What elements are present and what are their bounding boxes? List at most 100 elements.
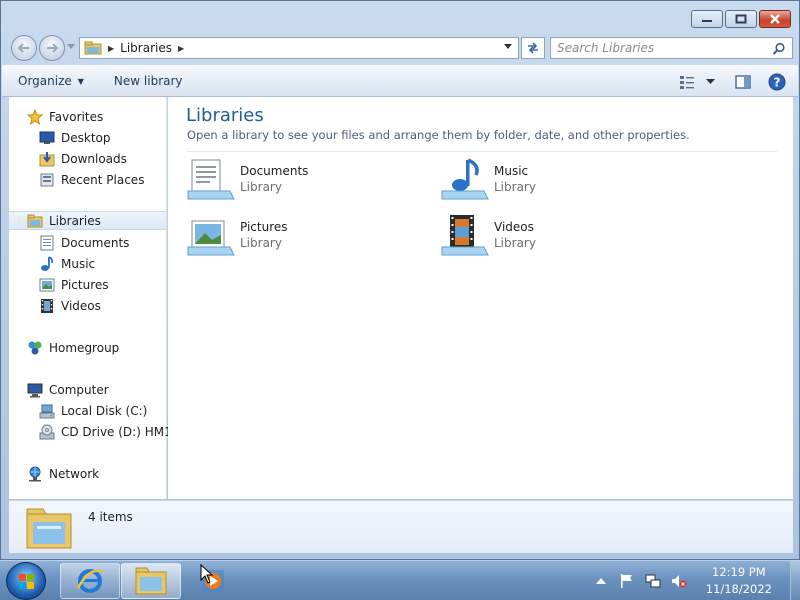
nav-item-label: Local Disk (C:): [61, 403, 148, 418]
organize-label: Organize: [18, 74, 72, 88]
address-bar[interactable]: ▶ Libraries ▶: [79, 37, 519, 59]
nav-item-label: Favorites: [49, 109, 104, 124]
nav-item-desktop[interactable]: Desktop: [39, 128, 111, 147]
nav-item-label: CD Drive (D:) HM1C: [61, 424, 181, 439]
svg-text:?: ?: [774, 76, 781, 90]
star-icon: [27, 108, 43, 125]
mouse-cursor-icon: [200, 564, 214, 584]
nav-item-recent-places[interactable]: Recent Places: [39, 170, 144, 189]
nav-item-documents[interactable]: Documents: [39, 233, 129, 252]
new-library-button[interactable]: New library: [102, 69, 195, 93]
refresh-button[interactable]: [521, 37, 545, 59]
refresh-icon: [528, 42, 538, 54]
breadcrumb-libraries[interactable]: Libraries: [120, 41, 172, 55]
clock[interactable]: 12:19 PM 11/18/2022: [706, 564, 772, 598]
music-icon: [39, 255, 55, 272]
close-button[interactable]: [759, 10, 791, 28]
nav-item-videos[interactable]: Videos: [39, 296, 101, 315]
address-dropdown-icon[interactable]: [504, 44, 512, 50]
new-library-label: New library: [113, 74, 183, 88]
homegroup-icon: [27, 340, 43, 356]
maximize-button[interactable]: [725, 10, 757, 28]
clock-date: 11/18/2022: [705, 582, 772, 596]
network-status-icon[interactable]: [644, 572, 662, 590]
nav-item-label: Homegroup: [49, 340, 120, 355]
taskbar-internet-explorer[interactable]: [60, 563, 120, 599]
show-hidden-icons-icon[interactable]: [592, 572, 610, 590]
organize-button[interactable]: Organize ▼: [16, 69, 96, 93]
show-desktop-button[interactable]: [790, 561, 800, 600]
videos-icon: [39, 298, 55, 314]
search-icon[interactable]: [772, 42, 786, 56]
preview-pane-icon: [735, 75, 751, 89]
library-tile-pictures[interactable]: Pictures Library: [186, 213, 426, 263]
libraries-folder-icon: [26, 508, 72, 549]
documents-icon: [39, 235, 55, 251]
pictures-library-icon: [187, 220, 235, 256]
page-description: Open a library to see your files and arr…: [187, 128, 690, 142]
maximize-icon: [735, 14, 747, 24]
taskbar: 12:19 PM 11/18/2022: [0, 560, 800, 600]
view-options-dropdown[interactable]: [702, 70, 718, 94]
caption-buttons: [689, 10, 791, 28]
search-input[interactable]: [551, 38, 761, 58]
library-name: Pictures: [240, 220, 288, 234]
nav-item-pictures[interactable]: Pictures: [39, 275, 109, 294]
library-name: Videos: [494, 220, 534, 234]
page-title: Libraries: [186, 105, 264, 126]
library-tile-videos[interactable]: Videos Library: [440, 213, 680, 263]
change-view-button[interactable]: [672, 70, 702, 94]
nav-item-label: Downloads: [61, 151, 127, 166]
windows-explorer-icon: [135, 567, 167, 595]
explorer-window: ▶ Libraries ▶ Organize ▼ New library: [0, 0, 800, 560]
libraries-icon: [27, 213, 43, 229]
breadcrumb-separator-icon[interactable]: ▶: [178, 44, 184, 53]
nav-item-label: Computer: [49, 382, 109, 397]
chevron-down-icon: [705, 79, 715, 84]
library-tile-documents[interactable]: Documents Library: [186, 157, 426, 207]
pictures-icon: [39, 277, 55, 293]
view-details-icon: [680, 76, 694, 89]
nav-item-label: Recent Places: [61, 172, 145, 187]
nav-item-label: Videos: [61, 298, 101, 313]
breadcrumb-separator-icon[interactable]: ▶: [108, 44, 114, 53]
nav-item-label: Music: [61, 256, 96, 271]
back-button[interactable]: [11, 35, 37, 61]
volume-muted-icon[interactable]: [670, 572, 688, 590]
nav-item-label: Network: [49, 466, 100, 481]
nav-item-label: Libraries: [49, 213, 101, 228]
library-type: Library: [240, 236, 282, 250]
nav-item-computer[interactable]: Computer: [27, 380, 109, 399]
search-box[interactable]: [550, 37, 793, 59]
forward-button[interactable]: [39, 35, 65, 61]
start-button[interactable]: [6, 562, 46, 600]
downloads-icon: [39, 151, 55, 167]
nav-item-label: Desktop: [61, 130, 111, 145]
network-icon: [27, 466, 43, 482]
details-pane: 4 items: [9, 500, 793, 553]
nav-item-libraries[interactable]: Libraries: [9, 211, 166, 230]
view-controls: ?: [672, 70, 798, 94]
nav-item-network[interactable]: Network: [27, 464, 99, 483]
nav-item-music[interactable]: Music: [39, 254, 95, 273]
item-count: 4 items: [88, 510, 133, 524]
divider: [187, 151, 777, 152]
library-tile-music[interactable]: Music Library: [440, 157, 680, 207]
library-name: Documents: [240, 164, 309, 178]
preview-pane-button[interactable]: [728, 70, 758, 94]
nav-item-cd-drive[interactable]: CD Drive (D:) HM1C: [39, 422, 180, 441]
nav-item-local-disk[interactable]: Local Disk (C:): [39, 401, 147, 420]
library-type: Library: [494, 180, 536, 194]
back-arrow-icon: [17, 43, 29, 53]
minimize-icon: [702, 20, 712, 22]
clock-time: 12:19 PM: [712, 565, 766, 579]
nav-item-downloads[interactable]: Downloads: [39, 149, 127, 168]
nav-item-favorites[interactable]: Favorites: [27, 107, 103, 126]
recent-pages-dropdown-icon[interactable]: [67, 44, 75, 50]
action-center-flag-icon[interactable]: [618, 572, 636, 590]
taskbar-windows-explorer[interactable]: [121, 563, 181, 599]
help-button[interactable]: ?: [762, 70, 792, 94]
minimize-button[interactable]: [691, 10, 723, 28]
forward-arrow-icon: [47, 43, 59, 53]
nav-item-homegroup[interactable]: Homegroup: [27, 338, 119, 357]
